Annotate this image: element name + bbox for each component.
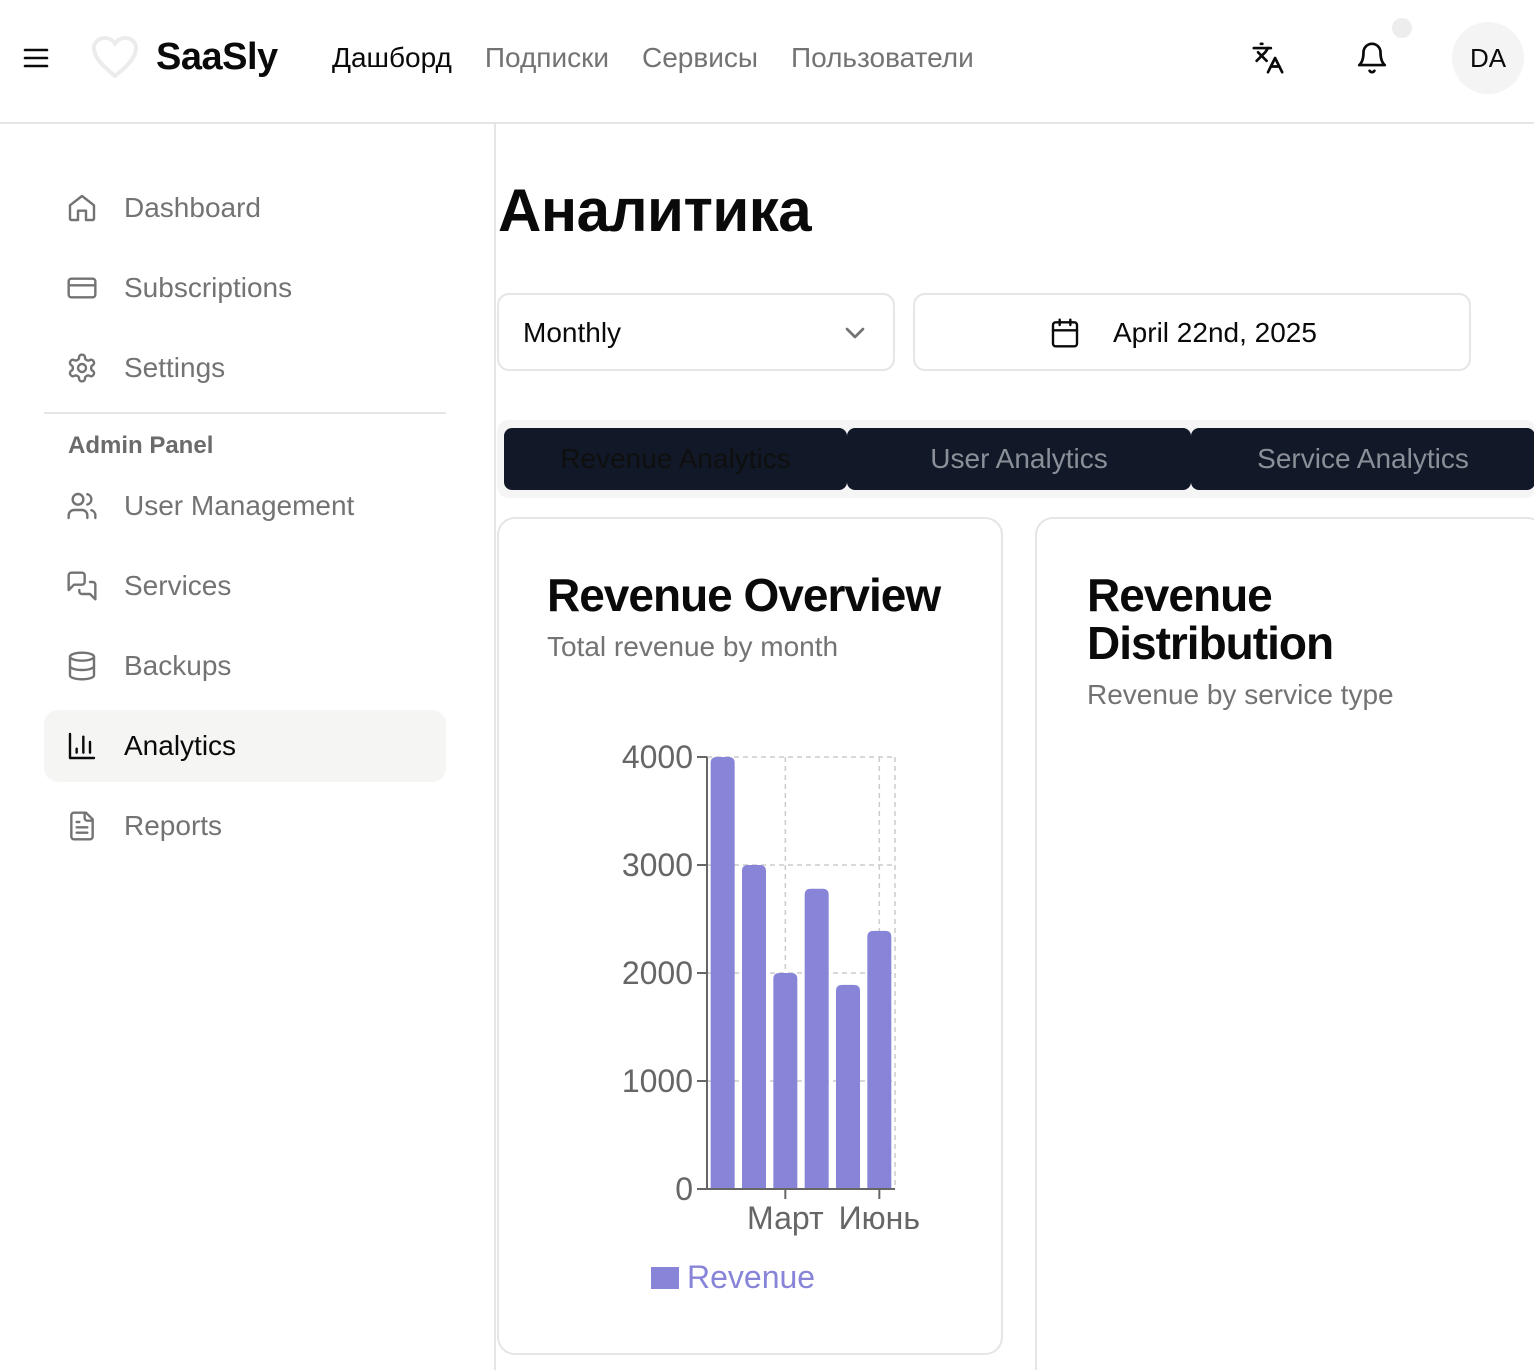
sidebar-item-label: Services bbox=[124, 570, 232, 601]
nav-subscriptions[interactable]: Подписки bbox=[485, 42, 609, 74]
sidebar-item-label: Settings bbox=[124, 352, 226, 383]
sidebar-item-label: Reports bbox=[124, 810, 223, 841]
sidebar-item-dashboard[interactable]: Dashboard bbox=[44, 172, 446, 244]
legend-label[interactable]: Revenue bbox=[687, 1259, 815, 1296]
sidebar-item-settings[interactable]: Settings bbox=[44, 332, 446, 404]
y-tick-label: 2000 bbox=[622, 955, 693, 991]
nav-users[interactable]: Пользователи bbox=[791, 42, 974, 74]
bar-chart-icon bbox=[68, 732, 96, 760]
gear-icon bbox=[68, 353, 96, 383]
sidebar-item-backups[interactable]: Backups bbox=[44, 630, 446, 702]
sidebar-item-label: Dashboard bbox=[124, 192, 261, 223]
nav-dashboard[interactable]: Дашборд bbox=[332, 42, 452, 74]
bar[interactable] bbox=[804, 888, 829, 1189]
date-value: April 22nd, 2025 bbox=[1113, 317, 1317, 348]
bell-icon[interactable] bbox=[1350, 36, 1394, 80]
bar[interactable] bbox=[773, 973, 798, 1189]
chevron-down-icon bbox=[845, 327, 865, 339]
document-icon bbox=[70, 811, 94, 841]
brand-name[interactable]: SaaSly bbox=[156, 36, 278, 79]
revenue-overview-card: Revenue Overview Total revenue by month … bbox=[497, 517, 1003, 1355]
x-tick-label: Июнь bbox=[839, 1200, 920, 1236]
sidebar-item-subscriptions[interactable]: Subscriptions bbox=[44, 252, 446, 324]
sidebar-item-user-management[interactable]: User Management bbox=[44, 470, 446, 542]
legend-swatch bbox=[651, 1266, 679, 1289]
revenue-distribution-card: Revenue Distribution Revenue by service … bbox=[1035, 517, 1534, 1370]
heart-logo-icon bbox=[90, 34, 140, 80]
x-tick-label: Март bbox=[747, 1200, 824, 1236]
notification-dot bbox=[1392, 18, 1412, 38]
bar[interactable] bbox=[867, 930, 892, 1189]
home-icon bbox=[68, 194, 96, 222]
card-subtitle: Revenue by service type bbox=[1087, 679, 1394, 710]
tab-user-analytics[interactable]: User Analytics bbox=[847, 428, 1191, 490]
nav-services[interactable]: Сервисы bbox=[642, 42, 758, 74]
translate-icon[interactable] bbox=[1246, 36, 1290, 80]
credit-card-icon bbox=[67, 277, 97, 299]
tab-service-analytics[interactable]: Service Analytics bbox=[1191, 428, 1534, 490]
y-tick-label: 0 bbox=[675, 1171, 693, 1207]
sidebar-item-services[interactable]: Services bbox=[44, 550, 446, 622]
sidebar-item-reports[interactable]: Reports bbox=[44, 790, 446, 862]
sidebar-item-label: Analytics bbox=[124, 730, 237, 761]
calendar-icon bbox=[1051, 318, 1079, 348]
top-nav: Дашборд Подписки Сервисы Пользователи bbox=[332, 42, 1007, 74]
y-tick-label: 3000 bbox=[622, 847, 693, 883]
analytics-tabs: Revenue Analytics User Analytics Service… bbox=[497, 420, 1534, 498]
period-select[interactable]: Monthly bbox=[497, 293, 895, 371]
card-title: Revenue Distribution bbox=[1087, 569, 1334, 669]
menu-icon[interactable] bbox=[18, 40, 54, 76]
revenue-bar-chart: 0 1000 2000 3000 4000 Март Июнь bbox=[622, 739, 920, 1236]
sidebar-item-analytics[interactable]: Analytics bbox=[44, 710, 446, 782]
chat-bubbles-icon bbox=[67, 571, 97, 601]
sidebar-divider bbox=[44, 412, 446, 414]
date-picker-button[interactable]: April 22nd, 2025 bbox=[913, 293, 1471, 371]
sidebar-item-label: Subscriptions bbox=[124, 272, 293, 303]
sidebar-section-title: Admin Panel bbox=[68, 432, 214, 459]
users-icon bbox=[67, 492, 97, 520]
bar[interactable] bbox=[710, 757, 735, 1189]
database-icon bbox=[68, 651, 96, 681]
sidebar: Dashboard Subscriptions Settings Admin P… bbox=[0, 124, 496, 1370]
bar[interactable] bbox=[836, 984, 860, 1189]
period-select-value: Monthly bbox=[523, 317, 622, 348]
chart-legend: Revenue bbox=[651, 1259, 815, 1296]
tab-revenue-analytics[interactable]: Revenue Analytics bbox=[504, 428, 847, 490]
sidebar-item-label: Backups bbox=[124, 650, 232, 681]
top-header: SaaSly Дашборд Подписки Сервисы Пользова… bbox=[0, 0, 1534, 124]
page-title: Аналитика bbox=[498, 177, 812, 244]
y-tick-label: 4000 bbox=[622, 739, 693, 775]
avatar[interactable]: DA bbox=[1452, 22, 1524, 94]
bar[interactable] bbox=[742, 865, 766, 1189]
sidebar-item-label: User Management bbox=[124, 490, 355, 521]
y-tick-label: 1000 bbox=[622, 1063, 693, 1099]
